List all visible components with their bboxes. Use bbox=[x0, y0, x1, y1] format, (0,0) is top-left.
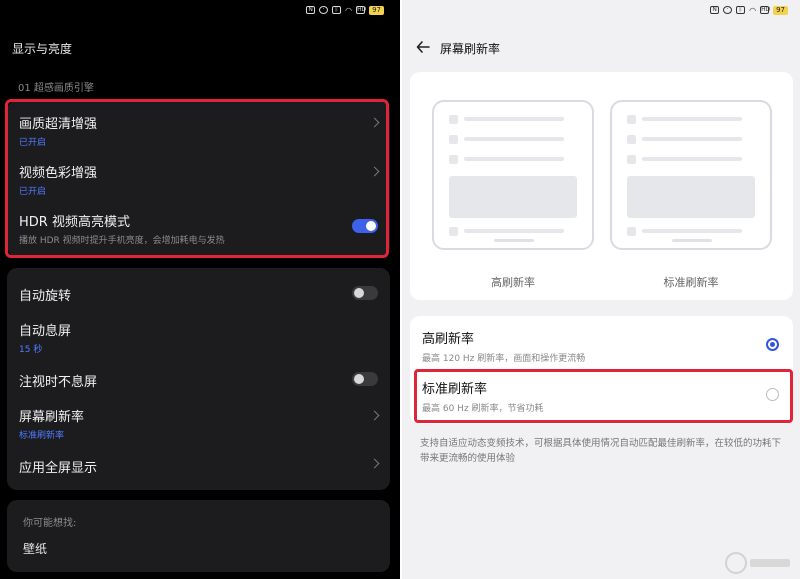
toggle-knob bbox=[354, 374, 364, 384]
alarm-icon: · bbox=[723, 6, 733, 14]
option-label: 高刷新率 bbox=[422, 332, 475, 347]
suggestion-card: 你可能想找: 壁纸 bbox=[7, 500, 390, 572]
battery-indicator: 97 bbox=[369, 5, 384, 15]
option-high-refresh[interactable]: 高刷新率 最高 120 Hz 刷新率，画面和操作更流畅 bbox=[422, 328, 779, 364]
attention-toggle[interactable] bbox=[352, 372, 378, 386]
setting-auto-rotate: 自动旋转 bbox=[19, 285, 378, 304]
refresh-description: 支持自适应动态变频技术，可根据具体使用情况自动匹配最佳刷新率，在较低的功耗下带来… bbox=[420, 438, 782, 464]
status-bar-right: N · ᛒ ◠ HD 97 bbox=[710, 4, 788, 16]
battery-indicator: 97 bbox=[773, 5, 788, 15]
status-bar-left: N · ᛒ ◠ HD 97 bbox=[306, 4, 384, 16]
setting-label: 应用全屏显示 bbox=[19, 461, 98, 476]
setting-description: 播放 HDR 视频时提升手机亮度，会增加耗电与发热 bbox=[19, 236, 225, 246]
toggle-knob bbox=[354, 288, 364, 298]
suggestion-title: 你可能想找: bbox=[23, 518, 77, 529]
watermark-logo bbox=[725, 552, 790, 574]
setting-fullscreen-apps[interactable]: 应用全屏显示 bbox=[19, 457, 380, 476]
page-title: 屏幕刷新率 bbox=[440, 42, 501, 56]
phone-preview-standard bbox=[610, 100, 772, 250]
toggle-knob bbox=[366, 221, 376, 231]
option-description: 最高 120 Hz 刷新率，画面和操作更流畅 bbox=[422, 354, 586, 364]
setting-hdr-mode: HDR 视频高亮模式 播放 HDR 视频时提升手机亮度，会增加耗电与发热 bbox=[19, 211, 378, 246]
section-label: 01 超感画质引擎 bbox=[18, 83, 94, 94]
refresh-options-card: 高刷新率 最高 120 Hz 刷新率，画面和操作更流畅 标准刷新率 最高 60 … bbox=[410, 316, 793, 424]
setting-value: 标准刷新率 bbox=[19, 431, 65, 441]
setting-status: 已开启 bbox=[19, 187, 47, 197]
bluetooth-icon: ᛒ bbox=[332, 6, 342, 14]
refresh-rate-screen: N · ᛒ ◠ HD 97 屏幕刷新率 高刷新率 标准刷新率 高刷新率 最高 1… bbox=[402, 0, 800, 579]
setting-label: 屏幕刷新率 bbox=[19, 410, 85, 425]
setting-video-color[interactable]: 视频色彩增强 已开启 bbox=[19, 162, 380, 197]
general-settings-card: 自动旋转 自动息屏 15 秒 注视时不息屏 屏幕刷新率 标准刷新率 应用全屏显示 bbox=[7, 268, 390, 490]
setting-status: 已开启 bbox=[19, 138, 47, 148]
setting-label: HDR 视频高亮模式 bbox=[19, 215, 130, 230]
setting-refresh-rate[interactable]: 屏幕刷新率 标准刷新率 bbox=[19, 406, 380, 441]
suggestion-item-wallpaper[interactable]: 壁纸 bbox=[23, 540, 47, 557]
option-standard-refresh[interactable]: 标准刷新率 最高 60 Hz 刷新率，节省功耗 bbox=[422, 378, 779, 414]
wifi-icon: ◠ bbox=[345, 5, 353, 15]
setting-value: 15 秒 bbox=[19, 345, 43, 355]
back-arrow-icon[interactable] bbox=[416, 40, 430, 54]
setting-label: 自动旋转 bbox=[19, 289, 72, 304]
image-engine-card: 画质超清增强 已开启 视频色彩增强 已开启 HDR 视频高亮模式 播放 HDR … bbox=[7, 101, 390, 256]
setting-label: 注视时不息屏 bbox=[19, 375, 98, 390]
preview-caption-standard: 标准刷新率 bbox=[663, 276, 719, 289]
setting-label: 自动息屏 bbox=[19, 324, 72, 339]
preview-caption-high: 高刷新率 bbox=[491, 276, 535, 289]
nfc-icon: N bbox=[710, 6, 720, 14]
nfc-icon: N bbox=[306, 6, 316, 14]
hdr-toggle[interactable] bbox=[352, 219, 378, 233]
setting-attention-aware: 注视时不息屏 bbox=[19, 371, 378, 390]
wifi-icon: ◠ bbox=[749, 5, 757, 15]
radio-unselected[interactable] bbox=[766, 388, 779, 401]
setting-screen-timeout[interactable]: 自动息屏 15 秒 bbox=[19, 320, 378, 355]
hd-icon: HD bbox=[760, 6, 771, 14]
setting-label: 画质超清增强 bbox=[19, 117, 98, 132]
refresh-preview-card: 高刷新率 标准刷新率 bbox=[410, 72, 793, 300]
auto-rotate-toggle[interactable] bbox=[352, 286, 378, 300]
setting-image-enhance[interactable]: 画质超清增强 已开启 bbox=[19, 113, 380, 148]
phone-preview-high bbox=[432, 100, 594, 250]
option-description: 最高 60 Hz 刷新率，节省功耗 bbox=[422, 404, 544, 414]
option-label: 标准刷新率 bbox=[422, 382, 488, 397]
setting-label: 视频色彩增强 bbox=[19, 166, 98, 181]
radio-selected[interactable] bbox=[766, 338, 779, 351]
bluetooth-icon: ᛒ bbox=[736, 6, 746, 14]
alarm-icon: · bbox=[319, 6, 329, 14]
page-title: 显示与亮度 bbox=[12, 42, 73, 56]
display-brightness-screen: N · ᛒ ◠ HD 97 显示与亮度 01 超感画质引擎 画质超清增强 已开启… bbox=[0, 0, 400, 579]
hd-icon: HD bbox=[356, 6, 367, 14]
